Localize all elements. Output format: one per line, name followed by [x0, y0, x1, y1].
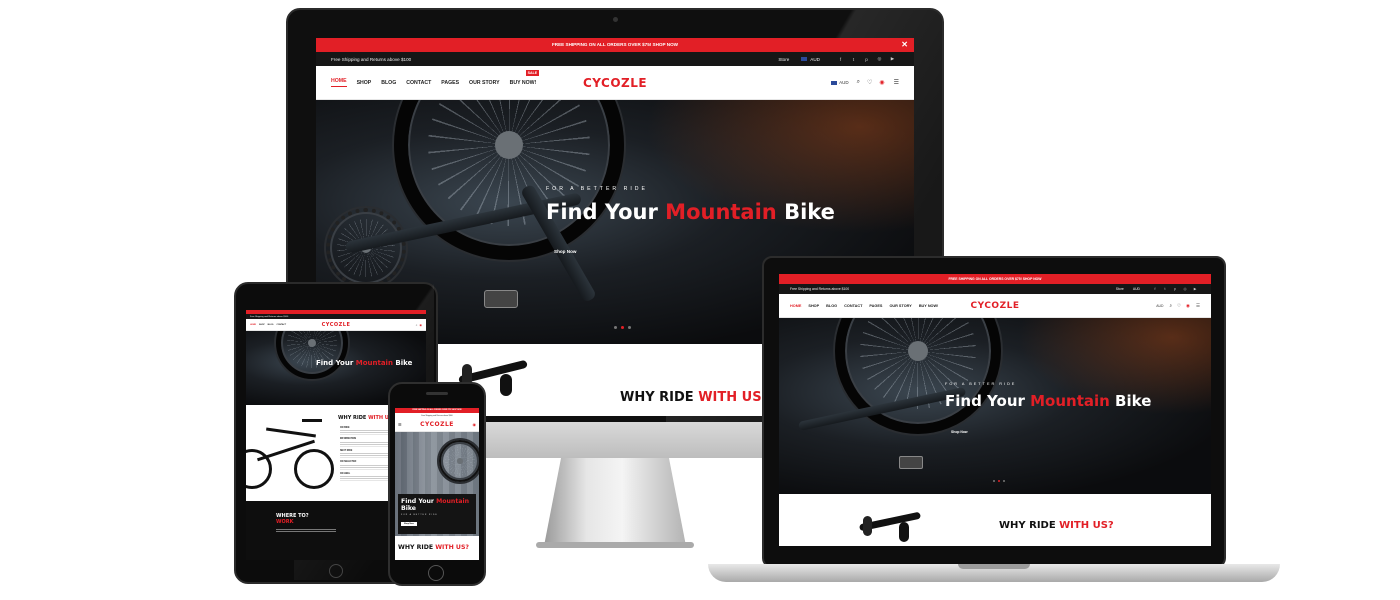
laptop-utility-bar: Free Shipping and Returns above $100 Sto…: [779, 284, 1211, 294]
phone-why-heading: WHY RIDE WITH US?: [398, 544, 469, 551]
instagram-icon[interactable]: ◎: [873, 56, 886, 62]
flag-icon: [831, 80, 838, 85]
nav-home[interactable]: HOME: [331, 78, 347, 87]
phone-why-section: WHY RIDE WITH US?: [395, 536, 479, 560]
currency-select[interactable]: AUD: [810, 57, 820, 62]
sale-badge: SALE: [525, 69, 540, 76]
phone-headline: Find Your Mountain Bike: [401, 498, 469, 512]
laptop-screen: FREE SHIPPING ON ALL ORDERS OVER $75! SH…: [779, 274, 1211, 546]
nav-shop[interactable]: SHOP: [357, 80, 372, 86]
instagram-icon[interactable]: ◎: [1180, 287, 1190, 291]
webcam-icon: [613, 17, 618, 22]
menu-icon[interactable]: ☰: [398, 422, 402, 427]
twitter-icon[interactable]: t: [847, 57, 860, 62]
promo-text: FREE SHIPPING ON ALL ORDERS OVER $75! SH…: [551, 42, 678, 47]
menu-icon[interactable]: ☰: [1196, 303, 1200, 309]
search-icon[interactable]: ⌕: [416, 323, 418, 327]
hero-eyebrow: FOR A BETTER RIDE: [546, 186, 649, 192]
slider-dot[interactable]: [614, 326, 617, 329]
shipping-note: Free Shipping and Returns above $100: [331, 56, 412, 62]
responsive-mockup: FREE SHIPPING ON ALL ORDERS OVER $75! SH…: [0, 0, 1400, 600]
wishlist-icon[interactable]: ♡: [867, 79, 872, 86]
laptop: FREE SHIPPING ON ALL ORDERS OVER $75! SH…: [708, 256, 1280, 584]
nav-buy-now[interactable]: BUY NOW! SALE: [510, 69, 540, 86]
cart-icon[interactable]: ◉: [473, 422, 477, 427]
nav-pages[interactable]: PAGES: [441, 80, 459, 86]
nav-blog[interactable]: BLOG: [381, 80, 396, 86]
facebook-icon[interactable]: f: [834, 57, 847, 62]
hero-shop-button[interactable]: Shop Now: [554, 240, 576, 258]
tablet-where-heading: WHERE TO? WORK: [276, 513, 309, 525]
slider-dots[interactable]: [612, 326, 633, 329]
cart-icon[interactable]: ◉: [419, 323, 422, 327]
phone-home-button[interactable]: [428, 565, 444, 581]
laptop-why-section: WHY RIDE WITH US?: [779, 494, 1211, 546]
slider-dots[interactable]: [991, 480, 1006, 482]
bike-pedal: [899, 456, 923, 469]
tablet-nav: HOME SHOP BLOG CONTACT CYCOZLE ⌕ ◉: [246, 319, 426, 331]
phone-shop-button[interactable]: Shop Now: [401, 522, 417, 526]
menu-icon[interactable]: ☰: [894, 79, 899, 86]
phone-nav: ☰ CYCOZLE ◉: [395, 418, 479, 432]
handlebar-image: [855, 511, 925, 542]
youtube-icon[interactable]: ▶: [1190, 287, 1200, 291]
wishlist-icon[interactable]: ♡: [1177, 303, 1181, 309]
nav-our-story[interactable]: OUR STORY: [469, 80, 500, 86]
pinterest-icon[interactable]: p: [860, 57, 873, 62]
utility-bar: Free Shipping and Returns above $100 Sto…: [316, 52, 914, 66]
main-nav: HOME SHOP BLOG CONTACT PAGES OUR STORY B…: [316, 66, 914, 100]
twitter-icon[interactable]: t: [1160, 287, 1170, 291]
tablet-why-heading: WHY RIDE WITH US?: [338, 415, 396, 421]
laptop-headline: Find Your Mountain Bike: [945, 392, 1152, 410]
search-icon[interactable]: ⌕: [1169, 303, 1172, 308]
store-link[interactable]: Store: [778, 57, 789, 62]
pinterest-icon[interactable]: p: [1170, 287, 1180, 291]
slider-dot[interactable]: [621, 326, 624, 329]
nav-currency[interactable]: AUD: [839, 80, 849, 85]
youtube-icon[interactable]: ▶: [886, 56, 899, 62]
phone-screen: FREE SHIPPING ON ALL ORDERS OVER $75! SH…: [395, 408, 479, 560]
search-icon[interactable]: ⌕: [857, 79, 860, 86]
nav-contact[interactable]: CONTACT: [406, 80, 431, 86]
monitor-foot: [536, 542, 694, 548]
laptop-hero: FOR A BETTER RIDE Find Your Mountain Bik…: [779, 318, 1211, 494]
tablet-home-button[interactable]: [329, 564, 343, 578]
tablet-headline: Find Your Mountain Bike: [316, 359, 413, 367]
hero-headline: Find Your Mountain Bike: [546, 200, 835, 224]
laptop-nav: HOME SHOP BLOG CONTACT PAGES OUR STORY B…: [779, 294, 1211, 318]
facebook-icon[interactable]: f: [1150, 287, 1160, 291]
phone-speaker: [426, 392, 448, 395]
laptop-notch: [958, 564, 1030, 569]
flag-icon: [801, 57, 808, 61]
phone-hero: Find Your Mountain Bike FOR A BETTER RIDE…: [395, 432, 479, 536]
close-icon[interactable]: ✕: [901, 38, 908, 52]
cart-icon[interactable]: ◉: [879, 79, 884, 86]
promo-bar[interactable]: FREE SHIPPING ON ALL ORDERS OVER $75! SH…: [316, 38, 914, 52]
phone: FREE SHIPPING ON ALL ORDERS OVER $75! SH…: [388, 382, 486, 586]
monitor-stand: [544, 458, 686, 546]
site-logo[interactable]: CYCOZLE: [583, 76, 647, 90]
phone-hero-card: Find Your Mountain Bike FOR A BETTER RIDE…: [398, 494, 476, 534]
laptop-promo-bar[interactable]: FREE SHIPPING ON ALL ORDERS OVER $75! SH…: [779, 274, 1211, 284]
bike-pedal: [484, 290, 518, 308]
cart-icon[interactable]: ◉: [1186, 303, 1190, 309]
laptop-logo[interactable]: CYCOZLE: [971, 301, 1020, 311]
road-bike-image: [246, 409, 334, 499]
laptop-why-heading: WHY RIDE WITH US?: [999, 520, 1114, 531]
slider-dot[interactable]: [628, 326, 631, 329]
